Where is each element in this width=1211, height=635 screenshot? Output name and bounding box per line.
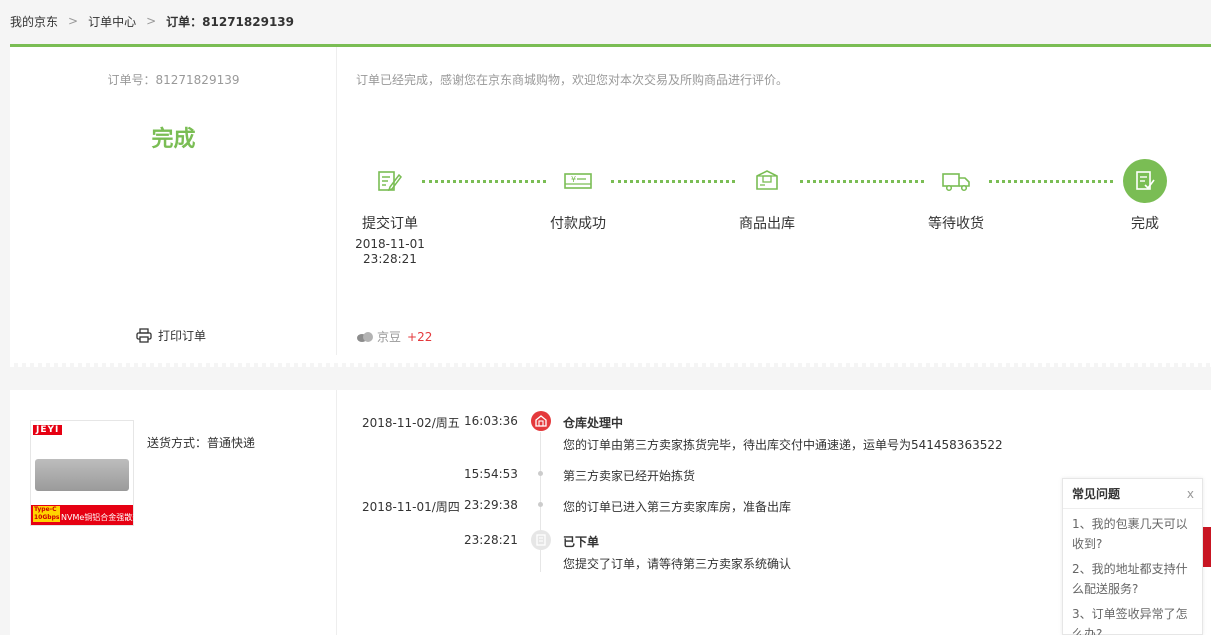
side-feedback-tab[interactable]	[1203, 527, 1211, 567]
track-time: 15:54:53	[464, 467, 518, 481]
breadcrumb-current: 订单：81271829139	[166, 14, 295, 29]
track-time: 23:29:38	[464, 498, 518, 512]
timeline-dot	[538, 502, 543, 507]
track-text: 第三方卖家已经开始拣货	[563, 469, 696, 483]
step-label: 完成	[1131, 216, 1159, 232]
product-badge-speed: 10Gbps	[34, 514, 60, 521]
product-badge-type: Type-C	[34, 506, 57, 513]
step-label: 等待收货	[928, 216, 984, 232]
faq-item[interactable]: 1、我的包裹几天可以收到?	[1063, 509, 1202, 554]
progress-dots	[422, 180, 546, 183]
complete-icon	[1123, 159, 1167, 203]
product-badge: Type-C 10Gbps	[33, 506, 61, 522]
step-complete: 完成	[1105, 159, 1185, 233]
faq-header: 常见问题 x	[1063, 479, 1202, 509]
order-status-card: 订单号：81271829139 完成 打印订单 订单已经完成，感谢您在京东商城购…	[10, 47, 1211, 363]
step-outbound: 商品出库	[727, 159, 807, 233]
progress-dots	[611, 180, 735, 183]
breadcrumb-separator: >	[68, 14, 79, 28]
breadcrumb-separator: >	[146, 14, 157, 28]
track-date: 2018-11-01/周四	[362, 500, 460, 514]
step-label: 商品出库	[739, 216, 795, 232]
progress-dots	[800, 180, 924, 183]
step-date: 2018-11-01	[355, 237, 425, 251]
print-order-label: 打印订单	[158, 329, 207, 343]
step-label: 付款成功	[550, 216, 606, 232]
progress-dots	[989, 180, 1113, 183]
order-status: 完成	[151, 127, 196, 152]
product-tag-text: NVMe铜铝合金强散热	[61, 513, 141, 522]
payment-icon: ¥	[556, 159, 600, 203]
track-text: 您的订单已进入第三方卖家库房，准备出库	[563, 500, 792, 514]
timeline-dot	[538, 471, 543, 476]
warehouse-icon	[531, 411, 551, 431]
jd-bean-value: +22	[407, 329, 433, 344]
order-complete-message: 订单已经完成，感谢您在京东商城购物，欢迎您对本次交易及所购商品进行评价。	[356, 73, 789, 87]
print-order-button[interactable]: 打印订单	[136, 327, 206, 344]
track-title: 已下单	[563, 535, 600, 549]
order-number: 订单号：81271829139	[107, 73, 240, 87]
shipping-method: 送货方式：普通快递	[147, 436, 256, 450]
tracking-card: JEYI Type-C 10Gbps NVMe铜铝合金强散热 送货方式：普通快递…	[10, 390, 1211, 635]
jd-bean-reward: 京豆 +22	[356, 328, 432, 345]
track-title: 仓库处理中	[563, 416, 624, 430]
breadcrumb-my-jd[interactable]: 我的京东	[10, 13, 58, 30]
track-text: 您提交了订单，请等待第三方卖家系统确认	[563, 557, 792, 571]
faq-title: 常见问题	[1072, 487, 1121, 501]
card-divider	[10, 363, 1211, 367]
step-payment: ¥ 付款成功	[538, 159, 618, 233]
truck-icon	[934, 159, 978, 203]
printer-icon	[136, 328, 152, 343]
jd-bean-icon	[357, 331, 373, 342]
step-time: 23:28:21	[363, 252, 417, 266]
product-image[interactable]: JEYI Type-C 10Gbps NVMe铜铝合金强散热	[30, 420, 140, 526]
track-text: 您的订单由第三方卖家拣货完毕，待出库交付中通速递，运单号为54145836352…	[563, 438, 1003, 452]
track-time: 16:03:36	[464, 414, 518, 428]
product-brand-logo: JEYI	[33, 425, 63, 435]
box-icon	[745, 159, 789, 203]
ssd-enclosure-image	[35, 459, 129, 491]
product-column: JEYI Type-C 10Gbps NVMe铜铝合金强散热 送货方式：普通快递	[10, 390, 337, 635]
order-summary: 订单号：81271829139 完成 打印订单	[10, 47, 337, 355]
step-awaiting-receipt: 等待收货	[916, 159, 996, 233]
track-date: 2018-11-02/周五	[362, 416, 460, 430]
order-placed-icon	[531, 530, 551, 550]
breadcrumb: 我的京东 > 订单中心 > 订单：81271829139	[10, 12, 294, 30]
step-label: 提交订单	[362, 216, 418, 232]
step-submit-order: 提交订单 2018-11-01 23:28:21	[350, 159, 430, 267]
breadcrumb-order-center[interactable]: 订单中心	[88, 13, 136, 30]
jd-bean-label: 京豆	[377, 330, 402, 344]
submit-order-icon	[368, 159, 412, 203]
faq-item[interactable]: 2、我的地址都支持什么配送服务?	[1063, 554, 1202, 599]
track-time: 23:28:21	[464, 533, 518, 547]
svg-text:¥: ¥	[571, 175, 576, 184]
faq-close-button[interactable]: x	[1187, 479, 1194, 509]
faq-panel: 常见问题 x 1、我的包裹几天可以收到? 2、我的地址都支持什么配送服务? 3、…	[1062, 478, 1203, 635]
faq-item[interactable]: 3、订单签收异常了怎么办?	[1063, 599, 1202, 635]
